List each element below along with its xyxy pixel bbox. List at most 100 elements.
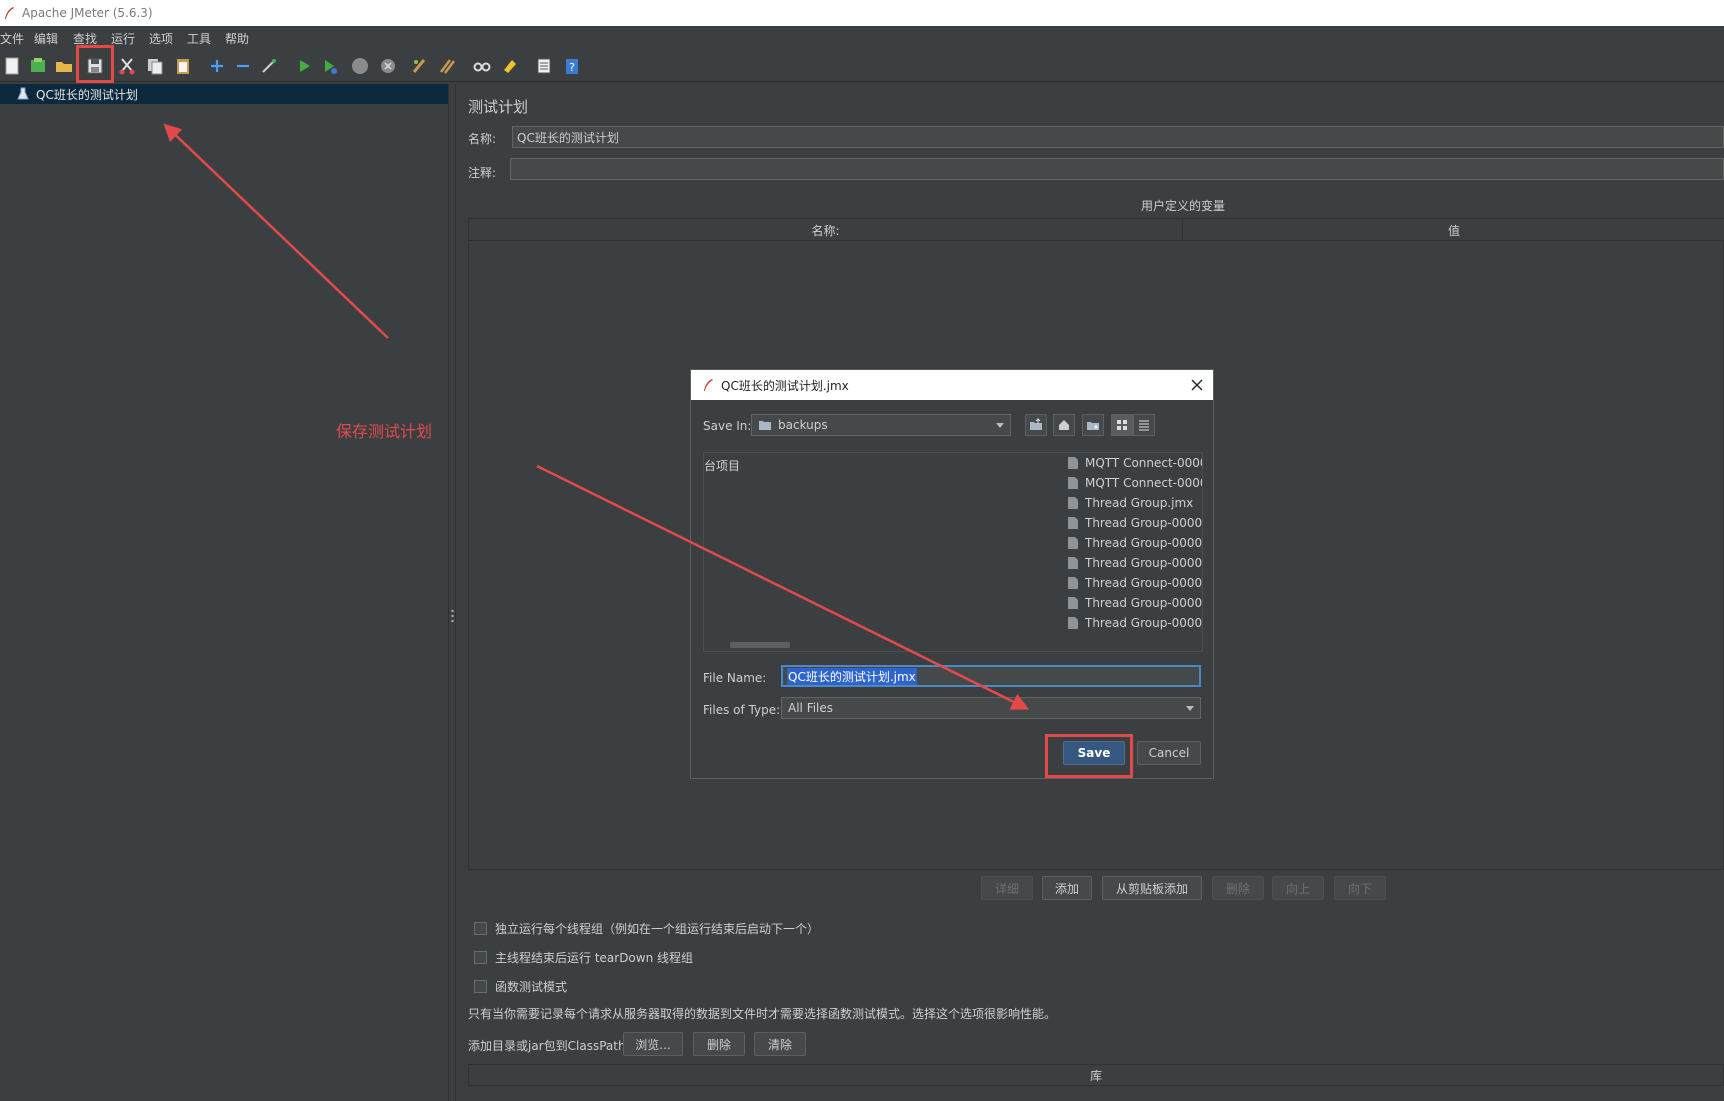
file-icon	[1068, 497, 1078, 509]
function-helper-icon[interactable]	[534, 56, 554, 76]
file-item[interactable]: MQTT Connect-000045	[1068, 453, 1202, 473]
file-item[interactable]: Thread Group-000002.jmx	[1068, 533, 1202, 553]
splitter-handle[interactable]	[448, 84, 456, 1101]
delete-button[interactable]: 删除	[1212, 876, 1264, 900]
menu-tools[interactable]: 工具	[187, 30, 211, 47]
browse-button[interactable]: 浏览...	[623, 1032, 683, 1056]
classpath-clear-button[interactable]: 清除	[754, 1032, 806, 1056]
teardown-on-shutdown-checkbox[interactable]: 主线程结束后运行 tearDown 线程组	[474, 949, 693, 966]
file-icon	[1068, 577, 1078, 589]
file-item[interactable]: MQTT Connect-000046	[1068, 473, 1202, 493]
menu-bar: 文件 编辑 查找 运行 选项 工具 帮助	[0, 26, 1724, 48]
menu-options[interactable]: 选项	[149, 30, 173, 47]
help-icon[interactable]: ?	[562, 56, 582, 76]
file-icon	[1068, 517, 1078, 529]
tree-node-label: QC班长的测试计划	[36, 87, 138, 102]
cancel-button[interactable]: Cancel	[1137, 741, 1201, 765]
checkbox-box[interactable]	[474, 980, 487, 993]
close-icon[interactable]	[1189, 377, 1205, 393]
serialize-threadgroups-checkbox[interactable]: 独立运行每个线程组（例如在一个组运行结束后启动下一个）	[474, 920, 819, 937]
library-table-header: 库	[468, 1064, 1724, 1086]
list-view-button[interactable]	[1111, 414, 1133, 436]
file-item[interactable]: Thread Group-000001.jmx	[1068, 513, 1202, 533]
up-one-level-button[interactable]	[1025, 414, 1047, 436]
start-icon[interactable]	[294, 56, 314, 76]
column-value[interactable]: 值	[1183, 219, 1724, 241]
functional-mode-checkbox[interactable]: 函数测试模式	[474, 978, 567, 995]
grip-icon	[451, 609, 454, 623]
clear-all-icon[interactable]	[438, 56, 458, 76]
horizontal-scrollbar[interactable]	[730, 642, 790, 648]
move-up-button[interactable]: 向上	[1272, 876, 1324, 900]
classpath-delete-button[interactable]: 删除	[693, 1032, 745, 1056]
cut-icon[interactable]	[117, 56, 137, 76]
paste-icon[interactable]	[173, 56, 193, 76]
file-item[interactable]: Thread Group.jmx	[1068, 493, 1202, 513]
column-name[interactable]: 名称:	[469, 219, 1183, 241]
file-name-selected-text: QC班长的测试计划.jmx	[787, 667, 917, 685]
name-label: 名称:	[468, 132, 497, 146]
checkbox-label: 函数测试模式	[495, 980, 568, 994]
file-item[interactable]: Thread Group-000005.jmx	[1068, 593, 1202, 613]
file-type-value: All Files	[788, 701, 834, 715]
save-button-highlight	[1045, 734, 1133, 778]
folder-item[interactable]: 台项目	[704, 457, 740, 474]
jmeter-logo-icon	[704, 379, 713, 391]
save-toolbar-highlight	[76, 45, 114, 83]
menu-help[interactable]: 帮助	[225, 30, 249, 47]
toggle-icon[interactable]	[259, 56, 279, 76]
file-icon	[1068, 617, 1078, 629]
comment-input[interactable]	[510, 158, 1724, 180]
window-title: Apache JMeter (5.6.3)	[22, 6, 153, 20]
search-icon[interactable]	[472, 56, 492, 76]
shutdown-icon[interactable]	[378, 56, 398, 76]
chevron-down-icon	[1186, 706, 1194, 711]
file-item[interactable]: Thread Group-000006.jmx	[1068, 613, 1202, 633]
comment-label: 注释:	[468, 166, 497, 180]
open-icon[interactable]	[54, 56, 74, 76]
remove-icon[interactable]	[233, 56, 253, 76]
reset-search-icon[interactable]	[500, 56, 520, 76]
add-from-clipboard-button[interactable]: 从剪贴板添加	[1102, 876, 1202, 900]
detail-button[interactable]: 详细	[981, 876, 1033, 900]
flask-icon	[17, 87, 29, 100]
add-button[interactable]: 添加	[1042, 876, 1092, 900]
list-view-icon	[1139, 420, 1149, 431]
new-folder-button[interactable]	[1082, 414, 1104, 436]
save-in-value: backups	[778, 418, 828, 432]
file-list[interactable]: 台项目 MQTT Connect-000045 MQTT Connect-000…	[703, 452, 1203, 652]
tree-node-test-plan[interactable]: QC班长的测试计划	[0, 84, 448, 104]
file-icon	[1068, 537, 1078, 549]
new-icon[interactable]	[2, 56, 22, 76]
start-no-pause-icon[interactable]	[320, 56, 340, 76]
stop-icon[interactable]	[350, 56, 370, 76]
annotation-text: 保存测试计划	[336, 422, 433, 441]
window-titlebar: Apache JMeter (5.6.3)	[0, 0, 1724, 26]
file-item[interactable]: Thread Group-000003.jmx	[1068, 553, 1202, 573]
save-in-combobox[interactable]: backups	[751, 414, 1011, 436]
move-down-button[interactable]: 向下	[1334, 876, 1386, 900]
classpath-label: 添加目录或jar包到ClassPath	[468, 1039, 626, 1053]
clear-icon[interactable]	[410, 56, 430, 76]
file-name-label: File Name:	[703, 671, 767, 685]
checkbox-box[interactable]	[474, 951, 487, 964]
svg-text:?: ?	[569, 61, 575, 74]
save-in-label: Save In:	[703, 419, 752, 433]
templates-icon[interactable]	[28, 56, 48, 76]
add-icon[interactable]	[207, 56, 227, 76]
name-input[interactable]: QC班长的测试计划	[512, 126, 1724, 148]
grid-view-icon	[1117, 420, 1127, 430]
menu-run[interactable]: 运行	[111, 30, 135, 47]
file-item[interactable]: Thread Group-000004.jmx	[1068, 573, 1202, 593]
checkbox-box[interactable]	[474, 922, 487, 935]
home-button[interactable]	[1053, 414, 1075, 436]
file-type-combobox[interactable]: All Files	[781, 697, 1201, 719]
menu-edit[interactable]: 编辑	[34, 30, 58, 47]
details-view-button[interactable]	[1133, 414, 1155, 436]
copy-icon[interactable]	[145, 56, 165, 76]
file-name-input[interactable]: QC班长的测试计划.jmx	[781, 665, 1201, 687]
menu-file[interactable]: 文件	[0, 30, 24, 47]
file-icon	[1068, 557, 1078, 569]
table-header: 名称: 值	[469, 219, 1724, 241]
checkbox-label: 主线程结束后运行 tearDown 线程组	[495, 951, 694, 965]
